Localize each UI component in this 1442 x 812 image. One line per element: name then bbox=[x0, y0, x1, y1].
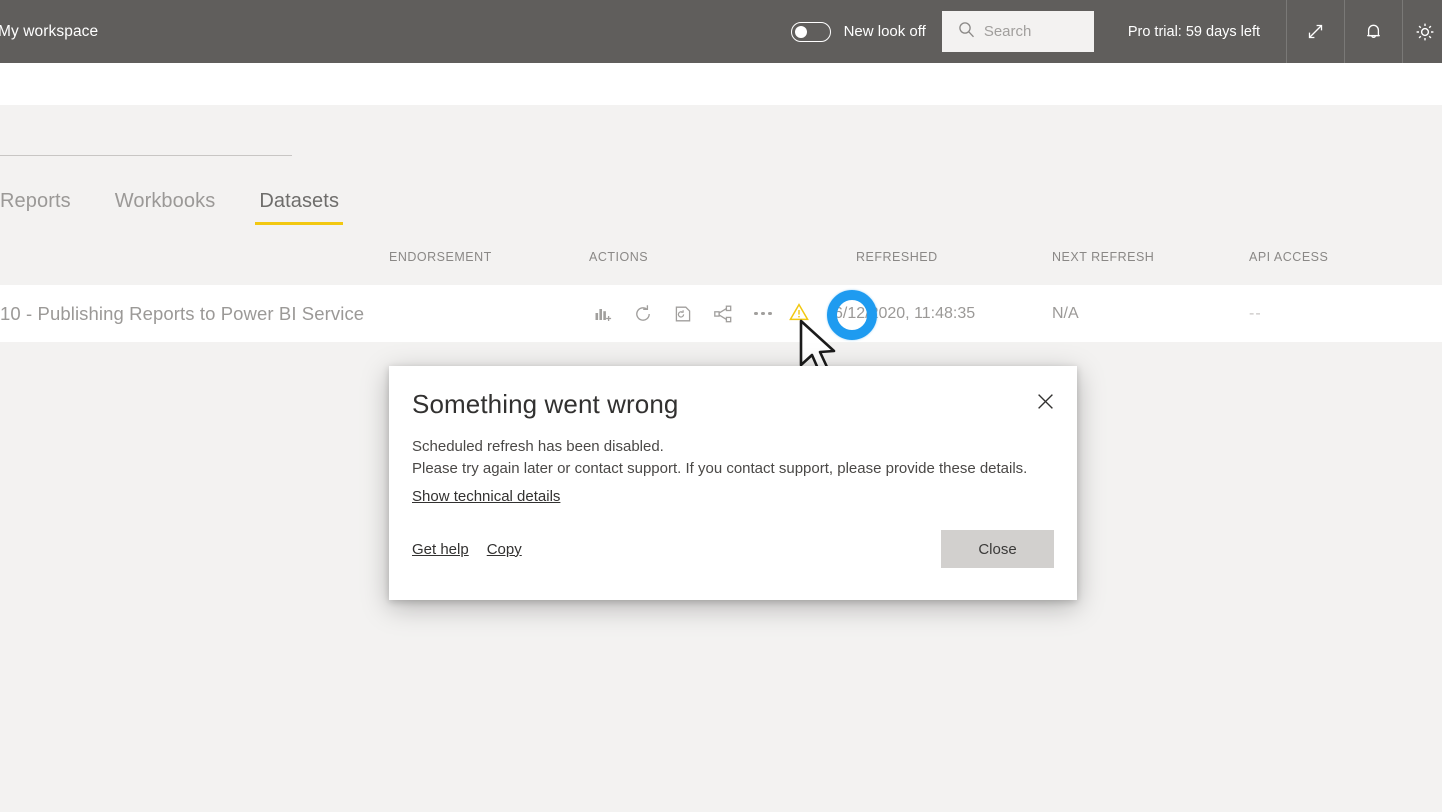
warning-triangle-icon[interactable] bbox=[789, 303, 809, 321]
dot bbox=[768, 311, 772, 316]
tab-reports-label: Reports bbox=[0, 190, 71, 212]
header-white-band bbox=[0, 63, 1442, 105]
loading-spinner bbox=[827, 290, 877, 340]
refresh-now-icon[interactable] bbox=[632, 303, 654, 325]
more-options-icon[interactable] bbox=[752, 311, 774, 316]
next-refresh-value: N/A bbox=[1052, 304, 1079, 322]
tab-workbooks-label: Workbooks bbox=[114, 190, 216, 212]
tab-active-underline bbox=[255, 222, 344, 225]
new-look-group: New look off bbox=[790, 21, 926, 42]
dialog-body: Scheduled refresh has been disabled. Ple… bbox=[412, 436, 1057, 506]
header-right-group: New look off Search Pro trial: 59 days l… bbox=[790, 0, 1442, 63]
search-placeholder: Search bbox=[983, 23, 1032, 40]
pro-trial-label[interactable]: Pro trial: 59 days left bbox=[1094, 0, 1286, 63]
close-icon[interactable] bbox=[1027, 383, 1063, 419]
column-header-refreshed[interactable]: REFRESHED bbox=[856, 250, 938, 264]
share-icon[interactable] bbox=[712, 303, 734, 325]
dialog-message-line-1: Scheduled refresh has been disabled. bbox=[412, 438, 664, 455]
api-access-value: -- bbox=[1249, 304, 1262, 322]
table-column-headers: ENDORSEMENT ACTIONS REFRESHED NEXT REFRE… bbox=[0, 250, 1442, 278]
close-button[interactable]: Close bbox=[941, 530, 1054, 568]
table-row[interactable]: 10 - Publishing Reports to Power BI Serv… bbox=[0, 285, 1442, 342]
schedule-refresh-icon[interactable] bbox=[672, 303, 694, 325]
dialog-footer-links: Get help Copy bbox=[412, 541, 522, 558]
search-input[interactable]: Search bbox=[941, 11, 1094, 52]
dialog-message-line-2: Please try again later or contact suppor… bbox=[412, 459, 1028, 477]
gear-icon[interactable] bbox=[1402, 0, 1442, 63]
copy-link[interactable]: Copy bbox=[487, 541, 522, 558]
dot bbox=[761, 311, 765, 316]
column-header-actions[interactable]: ACTIONS bbox=[589, 250, 648, 264]
top-header-bar: My workspace New look off Search Pro tri… bbox=[0, 0, 1442, 63]
column-header-api-access[interactable]: API ACCESS bbox=[1249, 250, 1328, 264]
new-look-label: New look off bbox=[843, 23, 926, 40]
expand-icon[interactable] bbox=[1286, 0, 1344, 63]
workspace-tabs: Reports Workbooks Datasets bbox=[0, 190, 361, 225]
dataset-name[interactable]: 10 - Publishing Reports to Power BI Serv… bbox=[0, 285, 364, 342]
dialog-footer: Get help Copy Close bbox=[412, 530, 1054, 568]
show-technical-details-link[interactable]: Show technical details bbox=[412, 488, 560, 505]
tab-datasets-label: Datasets bbox=[259, 190, 340, 212]
create-report-icon[interactable] bbox=[592, 303, 614, 325]
tab-datasets[interactable]: Datasets bbox=[237, 190, 361, 225]
column-header-endorsement[interactable]: ENDORSEMENT bbox=[389, 250, 492, 264]
toggle-knob bbox=[794, 25, 807, 38]
new-look-toggle[interactable] bbox=[790, 21, 831, 42]
bell-icon[interactable] bbox=[1344, 0, 1402, 63]
column-header-next-refresh[interactable]: NEXT REFRESH bbox=[1052, 250, 1154, 264]
workspace-title: My workspace bbox=[0, 22, 99, 40]
dialog-title: Something went wrong bbox=[412, 389, 679, 419]
row-actions bbox=[592, 285, 774, 342]
power-bi-workspace-page: My workspace New look off Search Pro tri… bbox=[0, 0, 1442, 812]
tab-reports[interactable]: Reports bbox=[0, 190, 93, 225]
breadcrumb-divider bbox=[0, 155, 292, 156]
search-icon bbox=[958, 21, 975, 43]
dot bbox=[754, 311, 758, 316]
error-dialog: Something went wrong Scheduled refresh h… bbox=[389, 366, 1077, 600]
content-area: Reports Workbooks Datasets ENDORSEMENT A… bbox=[0, 105, 1442, 812]
get-help-link[interactable]: Get help bbox=[412, 541, 469, 558]
tab-workbooks[interactable]: Workbooks bbox=[93, 190, 238, 225]
